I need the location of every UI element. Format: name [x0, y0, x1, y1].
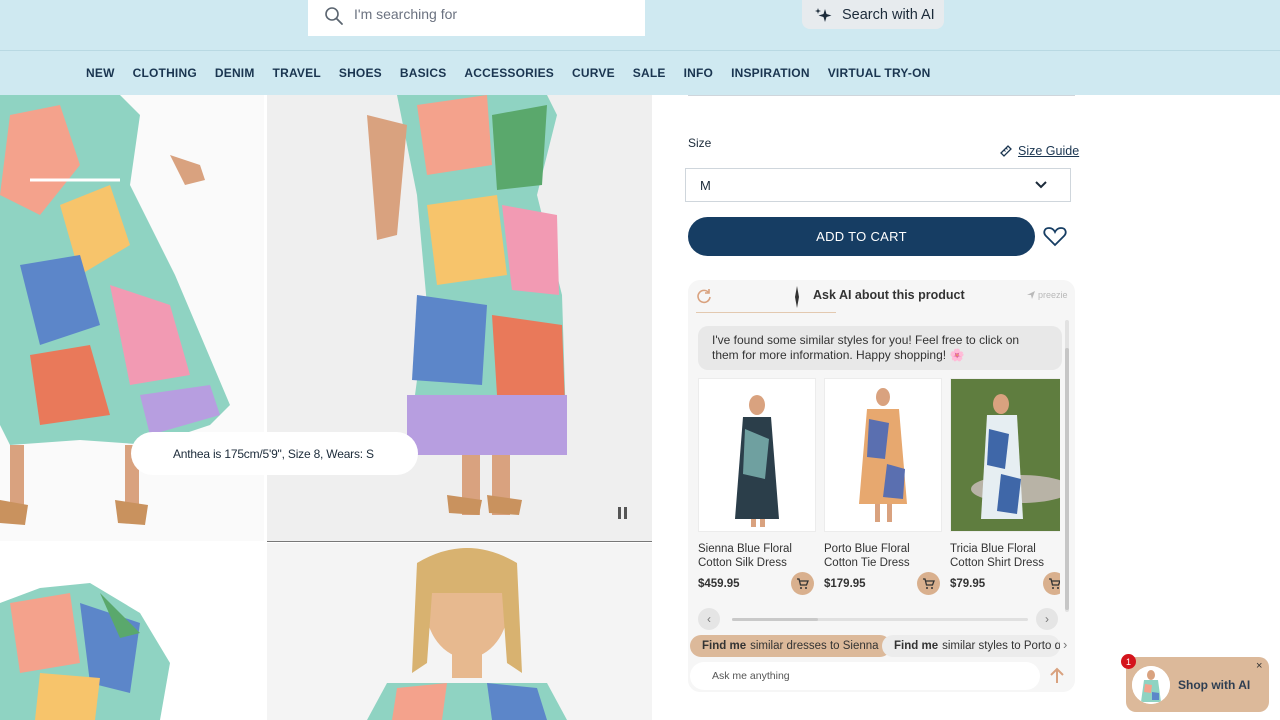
add-to-cart-icon-button[interactable] — [917, 572, 940, 595]
notification-badge: 1 — [1121, 654, 1136, 669]
cart-icon — [797, 578, 809, 589]
carousel-next-button[interactable]: › — [1036, 608, 1058, 630]
ai-assistant-title: Ask AI about this product — [813, 288, 965, 302]
ai-assistant-panel: Ask AI about this product preezie I've f… — [688, 280, 1075, 692]
ai-assistant-header: Ask AI about this product preezie — [688, 280, 1075, 313]
size-guide-label: Size Guide — [1018, 144, 1080, 158]
nav-item-inspiration[interactable]: INSPIRATION — [731, 66, 810, 80]
nav-item-accessories[interactable]: ACCESSORIES — [464, 66, 554, 80]
chip-text: similar dresses to Sienna — [750, 640, 879, 652]
brand-name: preezie — [1038, 290, 1068, 300]
chevron-down-icon — [1035, 181, 1047, 189]
gallery-divider — [267, 541, 652, 542]
suggestion-chip[interactable]: Find me similar styles to Porto dr — [882, 635, 1060, 657]
widget-avatar — [1132, 666, 1170, 704]
add-to-cart-icon-button[interactable] — [791, 572, 814, 595]
product-thumbnail[interactable] — [698, 378, 816, 532]
nav-item-clothing[interactable]: CLOTHING — [133, 66, 197, 80]
product-card[interactable]: Porto Blue Floral Cotton Tie Dress $179.… — [824, 378, 942, 595]
model-size-caption: Anthea is 175cm/5'9", Size 8, Wears: S — [131, 432, 418, 475]
search-with-ai-button[interactable]: Search with AI — [802, 0, 944, 29]
carousel-progress-fill — [732, 618, 818, 621]
header-divider — [0, 50, 1280, 51]
nav-item-curve[interactable]: CURVE — [572, 66, 615, 80]
brand-logo: preezie — [1026, 290, 1068, 300]
search-placeholder[interactable]: I'm searching for — [354, 6, 457, 22]
nav-item-travel[interactable]: TRAVEL — [273, 66, 321, 80]
carousel-controls: ‹ › — [698, 606, 1062, 630]
pause-icon[interactable] — [617, 506, 629, 520]
size-select[interactable]: M — [685, 168, 1071, 202]
shop-with-ai-label: Shop with AI — [1178, 678, 1251, 692]
send-arrow-icon[interactable] — [1046, 665, 1068, 687]
product-card[interactable]: Tricia Blue Floral Cotton Shirt Dress $7… — [950, 378, 1060, 595]
carousel-progress — [732, 618, 1028, 621]
nav-item-info[interactable]: INFO — [684, 66, 713, 80]
nav-item-denim[interactable]: DENIM — [215, 66, 255, 80]
ai-sparkle-icon — [795, 286, 799, 308]
add-to-cart-button[interactable]: ADD TO CART — [688, 217, 1035, 256]
refresh-icon[interactable] — [696, 288, 713, 305]
product-price: $459.95 — [698, 578, 740, 590]
search-with-ai-label: Search with AI — [842, 6, 935, 23]
size-selected-value: M — [700, 178, 711, 193]
nav-item-basics[interactable]: BASICS — [400, 66, 447, 80]
product-thumbnail[interactable] — [824, 378, 942, 532]
product-price: $79.95 — [950, 578, 986, 590]
chip-text: similar styles to Porto dr — [942, 640, 1060, 652]
nav-item-virtual-try-on[interactable]: VIRTUAL TRY-ON — [828, 66, 931, 80]
chevron-right-icon: › — [1045, 612, 1049, 626]
ruler-icon — [1000, 145, 1012, 157]
sparkle-icon — [815, 7, 832, 22]
cart-icon — [923, 578, 935, 589]
close-icon[interactable]: × — [1256, 660, 1262, 672]
product-image-detail[interactable] — [0, 543, 264, 720]
product-carousel: Sienna Blue Floral Cotton Silk Dress $45… — [698, 378, 1060, 598]
product-name[interactable]: Tricia Blue Floral Cotton Shirt Dress — [950, 542, 1060, 570]
search-box[interactable]: I'm searching for Search with AI — [308, 0, 944, 36]
nav-item-sale[interactable]: SALE — [633, 66, 666, 80]
chips-scroll-right-icon[interactable]: › — [1063, 637, 1067, 652]
product-name[interactable]: Porto Blue Floral Cotton Tie Dress — [824, 542, 942, 570]
size-label: Size — [688, 136, 712, 150]
search-icon — [325, 7, 343, 25]
product-card[interactable]: Sienna Blue Floral Cotton Silk Dress $45… — [698, 378, 816, 595]
product-image-front[interactable] — [267, 543, 652, 720]
product-name[interactable]: Sienna Blue Floral Cotton Silk Dress — [698, 542, 816, 570]
header-underline — [696, 312, 836, 313]
cart-icon — [1049, 578, 1060, 589]
nav-item-shoes[interactable]: SHOES — [339, 66, 382, 80]
ask-input[interactable]: Ask me anything — [690, 662, 1040, 690]
chat-scrollbar-thumb[interactable] — [1065, 348, 1069, 610]
main-nav: NEW CLOTHING DENIM TRAVEL SHOES BASICS A… — [86, 66, 949, 80]
suggestion-chips: Find me similar dresses to Sienna Find me… — [690, 635, 1075, 657]
carousel-prev-button[interactable]: ‹ — [698, 608, 720, 630]
ai-message-bubble: I've found some similar styles for you! … — [698, 326, 1062, 370]
add-to-cart-icon-button[interactable] — [1043, 572, 1060, 595]
send-logo-icon — [1027, 291, 1035, 299]
chevron-left-icon: ‹ — [707, 612, 711, 626]
size-guide-link[interactable]: Size Guide — [999, 144, 1079, 158]
product-price: $179.95 — [824, 578, 866, 590]
section-divider — [688, 95, 1075, 96]
chat-scrollbar[interactable] — [1065, 320, 1069, 612]
site-header: I'm searching for Search with AI NEW CLO… — [0, 0, 1280, 95]
chip-bold-text: Find me — [702, 640, 747, 652]
product-thumbnail[interactable] — [950, 378, 1060, 532]
nav-item-new[interactable]: NEW — [86, 66, 115, 80]
chip-bold-text: Find me — [894, 640, 939, 652]
shop-with-ai-widget[interactable]: Shop with AI × — [1126, 657, 1269, 712]
suggestion-chip[interactable]: Find me similar dresses to Sienna — [690, 635, 891, 657]
wishlist-heart-icon[interactable] — [1043, 225, 1067, 247]
